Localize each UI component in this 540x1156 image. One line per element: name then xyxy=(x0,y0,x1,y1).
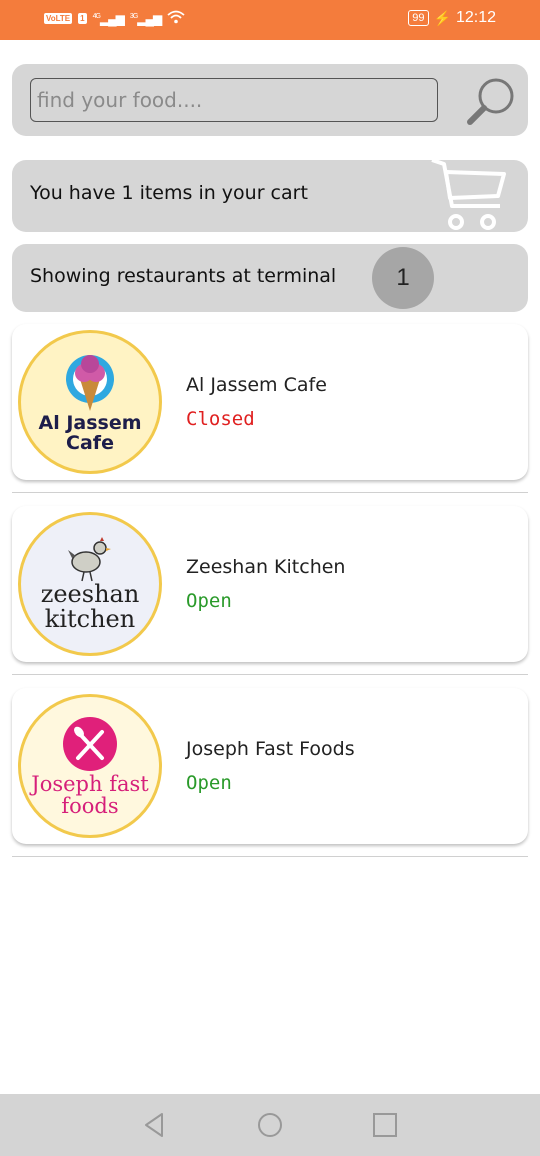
search-icon[interactable] xyxy=(464,74,518,128)
status-left: VoLTE 1 4G▂▄▆ 3G▂▄▆ xyxy=(44,10,185,27)
status-right: 99 ⚡ 12:12 xyxy=(408,9,496,27)
terminal-panel: Showing restaurants at terminal 1 xyxy=(12,244,528,312)
restaurant-card[interactable]: zeeshan kitchen Zeeshan Kitchen Open xyxy=(12,506,528,675)
signal-icon-2: 3G▂▄▆ xyxy=(129,11,162,26)
restaurant-status: Closed xyxy=(186,408,255,430)
restaurant-name: Al Jassem Cafe xyxy=(186,374,327,396)
logo-text-line2: foods xyxy=(61,794,119,818)
logo-text-line2: Cafe xyxy=(66,432,114,454)
logo-text-line1: zeeshan xyxy=(40,580,140,608)
volte-icon: VoLTE xyxy=(44,13,73,24)
home-icon[interactable] xyxy=(255,1110,285,1140)
ice-cream-icon xyxy=(66,355,114,411)
restaurant-logo: Al Jassem Cafe xyxy=(18,330,162,474)
system-nav-bar xyxy=(0,1094,540,1156)
terminal-label: Showing restaurants at terminal xyxy=(30,265,337,287)
status-bar: VoLTE 1 4G▂▄▆ 3G▂▄▆ 99 ⚡ 12:12 xyxy=(0,0,540,40)
restaurant-logo: zeeshan kitchen xyxy=(18,512,162,656)
restaurant-status: Open xyxy=(186,590,232,612)
sim-icon: 1 xyxy=(78,13,87,24)
search-input[interactable] xyxy=(30,78,438,122)
recents-icon[interactable] xyxy=(370,1110,400,1140)
charging-icon: ⚡ xyxy=(433,9,451,26)
fork-knife-icon xyxy=(63,717,117,771)
cart-icon[interactable] xyxy=(430,160,508,232)
restaurant-status: Open xyxy=(186,772,232,794)
terminal-number-badge[interactable]: 1 xyxy=(372,247,434,309)
search-panel xyxy=(12,64,528,136)
signal-icon: 4G▂▄▆ xyxy=(92,11,125,26)
logo-text-line1: Joseph fast xyxy=(31,772,149,796)
clock: 12:12 xyxy=(455,9,496,26)
restaurant-logo: Joseph fast foods xyxy=(18,694,162,838)
restaurant-card[interactable]: Al Jassem Cafe Al Jassem Cafe Closed xyxy=(12,324,528,493)
chicken-icon xyxy=(68,537,111,582)
restaurant-list: Al Jassem Cafe Al Jassem Cafe Closed zee… xyxy=(12,324,528,870)
cart-summary-text: You have 1 items in your cart xyxy=(30,182,308,204)
logo-text-line2: kitchen xyxy=(44,605,136,633)
restaurant-name: Joseph Fast Foods xyxy=(186,738,355,760)
signal-type-1: 4G xyxy=(92,12,101,20)
restaurant-card[interactable]: Joseph fast foods Joseph Fast Foods Open xyxy=(12,688,528,857)
cart-panel[interactable]: You have 1 items in your cart xyxy=(12,160,528,232)
back-icon[interactable] xyxy=(140,1110,170,1140)
wifi-icon xyxy=(167,10,185,27)
logo-text-line1: Al Jassem xyxy=(38,412,142,434)
signal-type-2: 3G xyxy=(129,12,138,20)
restaurant-name: Zeeshan Kitchen xyxy=(186,556,346,578)
battery-icon: 99 xyxy=(408,10,429,26)
